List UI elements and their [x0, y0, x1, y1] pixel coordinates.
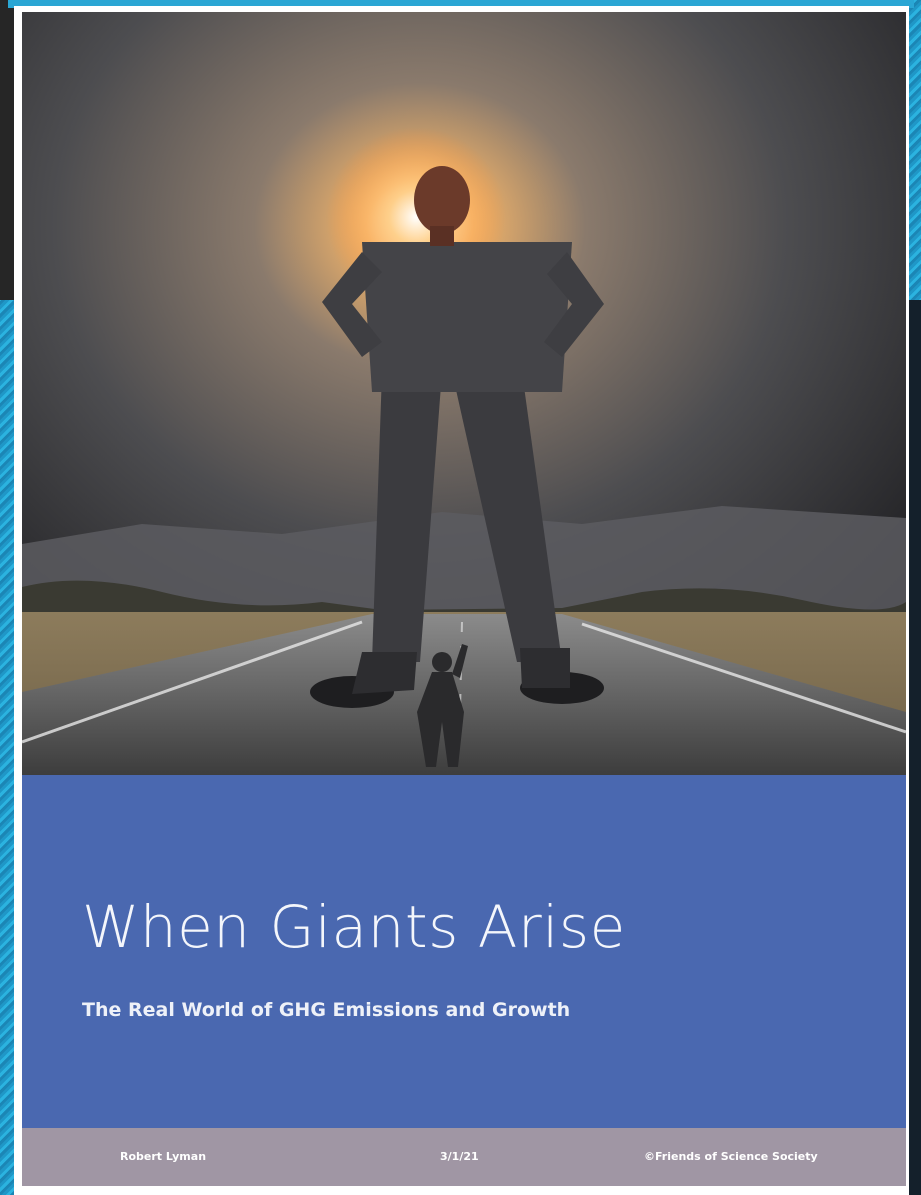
cover-image — [22, 12, 906, 775]
left-dark-strip — [0, 0, 14, 300]
right-dark-strip — [909, 300, 921, 1195]
cover-title: When Giants Arise — [82, 893, 626, 961]
publish-date: 3/1/21 — [440, 1150, 479, 1163]
copyright-notice: ©Friends of Science Society — [644, 1150, 818, 1163]
author-name: Robert Lyman — [120, 1150, 207, 1163]
cover-subtitle: The Real World of GHG Emissions and Grow… — [82, 999, 571, 1021]
giant-illustration — [22, 12, 906, 775]
footer-band: Robert Lyman 3/1/21 ©Friends of Science … — [22, 1128, 906, 1186]
title-band: When Giants Arise The Real World of GHG … — [22, 775, 906, 1128]
